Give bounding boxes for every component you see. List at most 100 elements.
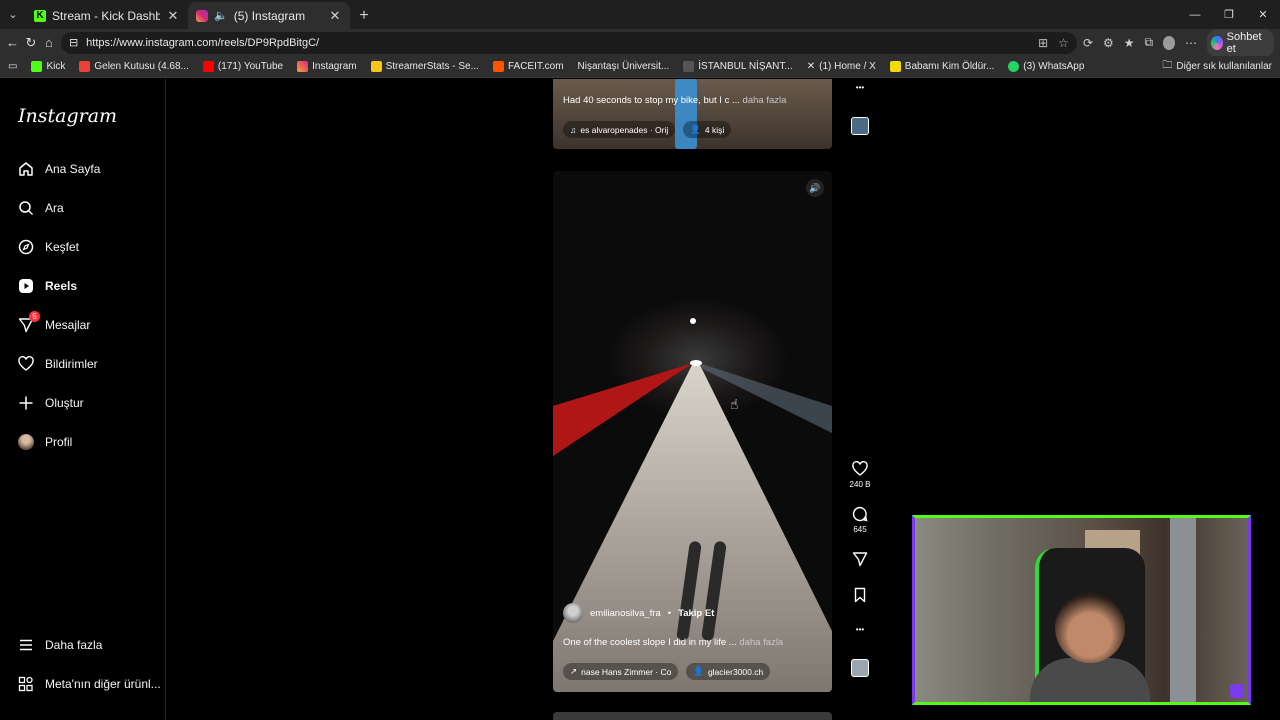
avatar[interactable]	[563, 603, 583, 623]
audio-pill[interactable]: ↗ nase Hans Zimmer · Co	[563, 663, 679, 680]
caption-text: One of the coolest slope I did in my lif…	[563, 637, 737, 648]
sidebar-item-reels[interactable]: Reels	[18, 278, 77, 294]
instagram-logo[interactable]: Instagram	[18, 105, 117, 127]
document-icon	[683, 61, 695, 72]
home-icon[interactable]: ⌂	[43, 32, 55, 54]
whatsapp-icon	[1008, 61, 1020, 72]
bookmark-label: (171) YouTube	[217, 61, 284, 72]
copilot-button[interactable]: Sohbet et	[1206, 28, 1274, 57]
people-pill[interactable]: 👤 4 kişi	[683, 121, 732, 138]
reel-main-video[interactable]: 🔊 emilianosilva_fra • Takip Et One of th…	[553, 171, 832, 692]
sidebar-item-explore[interactable]: Keşfet	[18, 239, 79, 255]
audio-label: nase Hans Zimmer · Co	[581, 666, 672, 677]
bookmark-label: (1) Home / X	[819, 61, 876, 72]
bookmark-label: İSTANBUL NİŞANT...	[698, 61, 793, 72]
comment-button[interactable]: 645	[846, 506, 874, 534]
tab-list-icon[interactable]: ▭	[8, 61, 17, 72]
reel-previous[interactable]: Had 40 seconds to stop my bike, but I c …	[553, 79, 832, 149]
sidebar-item-notifications[interactable]: Bildirimler	[18, 356, 98, 372]
close-icon[interactable]: ✕	[328, 8, 342, 24]
tab-kick-dashboard[interactable]: K Stream - Kick Dashboard ✕	[26, 2, 188, 29]
previous-audio-thumb[interactable]	[846, 117, 874, 135]
back-arrow-icon[interactable]: ←	[6, 32, 19, 54]
bookmark-kick[interactable]: Kick	[31, 61, 65, 72]
reel-meta-row: ♫ es alvaropenades · Orij 👤 4 kişi	[563, 121, 732, 138]
sidebar-item-create[interactable]: Oluştur	[18, 395, 84, 411]
sidebar-item-meta[interactable]: Meta'nın diğer ürünl...	[18, 676, 161, 692]
bookmark-faceit[interactable]: FACEIT.com	[492, 61, 564, 72]
site-info-icon[interactable]: ⊟	[69, 36, 78, 49]
minimize-icon[interactable]: —	[1178, 0, 1212, 29]
bookmark-babami[interactable]: Babamı Kim Öldür...	[889, 61, 994, 72]
collections-icon[interactable]: ⧉	[1145, 35, 1154, 50]
address-bar: ← ↻ ⌂ ⊟ https://www.instagram.com/reels/…	[0, 28, 1280, 57]
bookmark-icon	[854, 587, 866, 603]
close-icon[interactable]: ✕	[166, 8, 180, 24]
restore-icon[interactable]: ❐	[1212, 0, 1246, 29]
bookmark-instagram[interactable]: Instagram	[297, 61, 357, 72]
more-link[interactable]: daha fazla	[739, 637, 783, 648]
compass-icon	[18, 239, 34, 255]
bookmark-x[interactable]: ✕ (1) Home / X	[807, 61, 876, 72]
tagged-pill[interactable]: 👤 glacier3000.ch	[686, 663, 771, 680]
hand-cursor-icon: ☝	[730, 396, 739, 412]
tab-actions-chevron-icon[interactable]: ⌄	[0, 0, 26, 29]
bookmark-gmail[interactable]: Gelen Kutusu (4.68...	[79, 61, 189, 72]
sidebar-item-home[interactable]: Ana Sayfa	[18, 161, 100, 177]
window-close-icon[interactable]: ✕	[1246, 0, 1280, 29]
grid-icon	[18, 676, 34, 692]
volume-icon[interactable]: 🔊	[806, 179, 824, 197]
like-count: 240 B	[849, 480, 871, 489]
sidebar-item-label: Profil	[45, 435, 73, 449]
more-options-button[interactable]: •••	[846, 83, 874, 92]
instagram-favicon-icon	[196, 9, 208, 22]
author-username[interactable]: emilianosilva_fra	[590, 608, 661, 619]
copilot-icon	[1210, 35, 1223, 50]
bookmark-whatsapp[interactable]: (3) WhatsApp	[1008, 61, 1084, 72]
favorites-icon[interactable]: ★	[1124, 36, 1135, 50]
audio-pill[interactable]: ♫ es alvaropenades · Orij	[563, 121, 676, 138]
bookmark-istanbul-nisantasi[interactable]: İSTANBUL NİŞANT...	[683, 61, 793, 72]
sidebar-item-search[interactable]: Ara	[18, 200, 64, 216]
video-frame	[675, 79, 697, 149]
tab-instagram[interactable]: 🔈 (5) Instagram ✕	[188, 2, 350, 29]
bookmark-nisantasi[interactable]: Nişantaşı Üniversit...	[578, 61, 670, 72]
extensions-puzzle-icon[interactable]: ⚙	[1103, 36, 1114, 50]
tab-title: (5) Instagram	[233, 8, 306, 23]
heart-icon	[852, 461, 868, 476]
audio-thumbnail	[851, 659, 869, 677]
url-input[interactable]: ⊟ https://www.instagram.com/reels/DP9Rpd…	[60, 31, 1077, 54]
home-icon	[18, 161, 34, 177]
sidebar-item-messages[interactable]: 5 Mesajlar	[18, 311, 90, 333]
sidebar-item-label: Ana Sayfa	[45, 162, 101, 176]
notification-badge: 5	[29, 311, 40, 322]
more-options-button[interactable]: •••	[846, 625, 874, 634]
audio-thumb[interactable]	[846, 659, 874, 677]
sidebar-item-profile[interactable]: Profil	[18, 434, 72, 450]
reload-icon[interactable]: ↻	[25, 32, 37, 54]
bookmark-youtube[interactable]: (171) YouTube	[202, 61, 284, 72]
reel-next-peek[interactable]	[553, 712, 832, 720]
sidebar-item-more[interactable]: Daha fazla	[18, 637, 102, 653]
new-tab-plus-icon[interactable]: +	[350, 2, 378, 29]
reel-meta-row: ↗ nase Hans Zimmer · Co 👤 glacier3000.ch	[563, 663, 771, 680]
extension-icon[interactable]: ⟳	[1083, 36, 1093, 50]
music-note-icon: ♫	[570, 124, 577, 135]
share-button[interactable]	[846, 551, 874, 567]
reel-caption: One of the coolest slope I did in my lif…	[563, 637, 783, 648]
more-link[interactable]: daha fazla	[743, 95, 787, 106]
bookmark-other-folder[interactable]: 🗀 Diğer sık kullanılanlar	[1162, 58, 1272, 75]
plus-icon	[18, 395, 34, 411]
favorite-star-icon[interactable]: ☆	[1058, 36, 1069, 50]
messenger-icon: 5	[18, 311, 40, 333]
apps-icon[interactable]: ⊞	[1038, 36, 1048, 50]
youtube-icon	[202, 61, 214, 72]
folder-icon: 🗀	[1162, 60, 1173, 71]
follow-button[interactable]: Takip Et	[678, 608, 714, 619]
save-button[interactable]	[846, 587, 874, 603]
more-dots-icon[interactable]: ⋯	[1185, 36, 1197, 50]
bookmark-streamerstats[interactable]: StreamerStats - Se...	[370, 61, 479, 72]
profile-avatar[interactable]	[1163, 35, 1175, 50]
speaker-icon[interactable]: 🔈	[214, 9, 228, 22]
like-button[interactable]: 240 B	[846, 461, 874, 489]
